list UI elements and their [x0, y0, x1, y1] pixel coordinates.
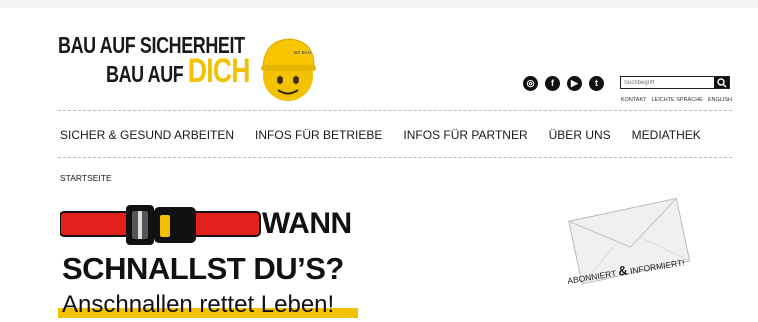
nav-item-mediathek[interactable]: MEDIATHEK	[632, 128, 701, 142]
link-leichte-sprache[interactable]: LEICHTE SPRACHE	[651, 97, 702, 103]
divider-nav	[58, 157, 732, 158]
link-kontakt[interactable]: KONTAKT	[621, 97, 647, 103]
search-button[interactable]	[714, 77, 729, 88]
twitter-icon[interactable]: t	[589, 76, 604, 91]
nav-item-ueber-uns[interactable]: ÜBER UNS	[549, 128, 611, 142]
hero-line-1: WANN	[262, 207, 352, 240]
facebook-icon[interactable]: f	[545, 76, 560, 91]
logo-line-2-accent: DICH	[187, 52, 250, 90]
instagram-icon[interactable]: ◎	[523, 76, 538, 91]
logo-line-2-prefix: BAU AUF	[106, 61, 188, 87]
nav-item-sicher-gesund[interactable]: SICHER & GESUND ARBEITEN	[60, 128, 234, 142]
main-nav: SICHER & GESUND ARBEITEN INFOS FÜR BETRI…	[60, 128, 722, 142]
youtube-icon[interactable]: ▶	[567, 76, 582, 91]
mascot-badge-text: BG BAU	[294, 50, 311, 55]
meta-links: KONTAKT LEICHTE SPRACHE ENGLISH	[620, 97, 732, 103]
top-strip	[0, 0, 758, 8]
nav-item-partner[interactable]: INFOS FÜR PARTNER	[403, 128, 527, 142]
logo-line-2: BAU AUF DICH	[106, 52, 250, 91]
hero-line-3: Anschnallen rettet Leben!	[62, 291, 335, 318]
search-input[interactable]	[621, 77, 718, 88]
nav-item-betriebe[interactable]: INFOS FÜR BETRIEBE	[255, 128, 382, 142]
divider-top	[58, 110, 732, 111]
hero-line-2: SCHNALLST DU’S?	[62, 251, 344, 286]
breadcrumb[interactable]: STARTSEITE	[60, 173, 112, 183]
mascot-emoji-icon: BG BAU	[261, 38, 316, 101]
social-links: ◎ f ▶ t	[523, 76, 604, 94]
search-icon	[717, 78, 727, 88]
link-english[interactable]: ENGLISH	[708, 97, 732, 103]
search-box	[620, 76, 730, 89]
